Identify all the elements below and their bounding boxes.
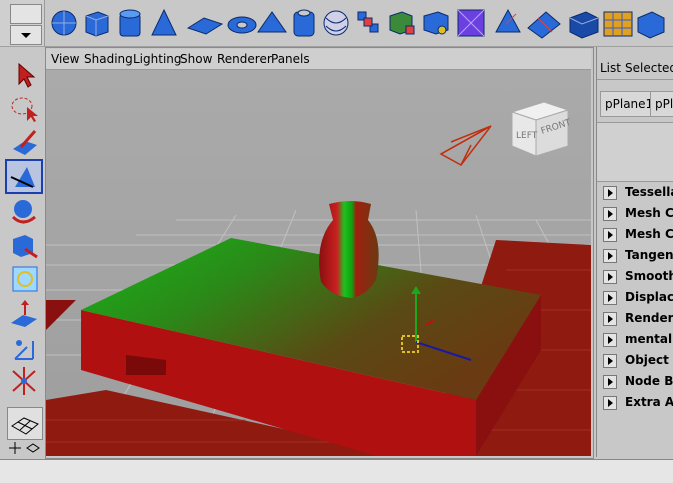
section-object-display[interactable]: Object D [599,351,673,370]
arrow-cursor-icon [18,62,36,88]
manipulator-icon [14,340,34,360]
section-render-stats[interactable]: Render S [599,309,673,328]
show-manipulator-tool[interactable] [7,331,41,362]
lasso-icon [11,97,38,122]
triangle-right-icon [603,375,617,389]
section-mesh-controls[interactable]: Mesh Co [599,225,673,244]
select-tool[interactable] [7,59,41,90]
poly-pipe-icon[interactable] [293,9,315,37]
extract-icon[interactable] [423,11,449,35]
poly-torus-icon[interactable] [227,16,257,34]
section-mesh-component-display[interactable]: Mesh Co [599,204,673,223]
shelf-tab-button[interactable] [10,4,42,24]
poly-plane-icon[interactable] [186,17,224,35]
single-perspective-layout-button[interactable] [7,407,43,440]
lasso-tool[interactable] [7,93,41,124]
component-edit-icon [12,367,36,395]
vase-object[interactable] [319,201,379,298]
poly-helix-icon[interactable] [323,10,349,36]
move-icon [10,167,35,188]
soft-mod-icon [11,300,37,327]
menu-lighting[interactable]: Lighting [133,52,182,66]
viewport-menu-bar: View Shading Lighting Show Renderer Pane… [46,49,591,70]
camera-object[interactable] [439,125,492,166]
toolbox [4,55,44,455]
menu-panels[interactable]: Panels [271,52,310,66]
view-cube[interactable]: LEFT FRONT [506,94,576,164]
grid-plane-icon [11,417,39,435]
extrude-icon[interactable] [495,8,521,33]
poly-cylinder-icon[interactable] [119,9,141,37]
section-displacement-map[interactable]: Displace [599,288,673,307]
universal-manipulator-tool[interactable] [7,263,41,294]
menu-view[interactable]: View [51,52,79,66]
triangle-right-icon [603,207,617,221]
triangle-right-icon [603,396,617,410]
triangle-right-icon [603,312,617,326]
combine-icon[interactable] [357,11,379,33]
triangle-right-icon [603,249,617,263]
menu-renderer[interactable]: Renderer [217,52,272,66]
split-polygon-icon[interactable] [603,11,633,37]
menu-show[interactable]: Show [180,52,212,66]
section-extra-attributes[interactable]: Extra Att [599,393,673,412]
triangle-right-icon [603,333,617,347]
move-tool[interactable] [5,159,43,194]
poly-sphere-icon[interactable] [51,10,77,36]
section-mental-ray[interactable]: mental ra [599,330,673,349]
shelf-bar [0,0,673,47]
smooth-icon[interactable] [457,9,485,37]
triangle-right-icon [603,270,617,284]
section-smooth-mesh[interactable]: Smooth I [599,267,673,286]
tab-pplane1-shape[interactable]: pPla [650,91,673,117]
last-tool-used[interactable] [7,365,41,396]
triangle-right-icon [603,291,617,305]
poly-prism-icon[interactable] [257,11,287,33]
rotate-tool[interactable] [7,195,41,226]
section-tessellation[interactable]: Tessella [599,183,673,202]
section-tangent-space[interactable]: Tangent [599,246,673,265]
triangle-right-icon [603,186,617,200]
paint-brush-icon [13,130,37,155]
poly-cube-icon[interactable] [85,11,109,37]
divider [597,79,673,80]
floor-plane [46,300,76,330]
shelf-tabs [0,0,45,46]
rotate-icon [11,200,36,224]
scale-tool[interactable] [7,229,41,260]
layout-shortcuts[interactable] [7,440,41,456]
append-polygon-icon[interactable] [569,11,599,39]
scale-icon [13,235,38,259]
soft-modification-tool[interactable] [7,297,41,328]
separate-icon[interactable] [389,11,415,35]
triangle-right-icon [603,354,617,368]
insert-edge-loop-icon[interactable] [637,11,665,39]
viewport-3d-scene[interactable]: LEFT FRONT [46,70,591,456]
view-cube-left-label: LEFT [516,131,538,141]
menu-shading[interactable]: Shading [84,52,133,66]
poly-cone-icon[interactable] [151,8,177,36]
time-slider-strip [0,459,673,483]
attribute-editor: List Selected pPlane1 pPla Tessella Mesh… [596,47,673,457]
menu-selected[interactable]: Selected [625,61,673,75]
bridge-icon[interactable] [527,11,561,39]
shelf-menu-button[interactable] [10,25,42,45]
section-node-behavior[interactable]: Node Be [599,372,673,391]
triangle-right-icon [603,228,617,242]
paint-select-tool[interactable] [7,127,41,158]
universal-manipulator-icon [12,266,38,292]
menu-list[interactable]: List [600,61,621,75]
layout-icons [9,442,40,454]
shelf-icons [51,8,665,39]
node-name-area [597,122,673,182]
triangle-down-icon [21,33,31,38]
